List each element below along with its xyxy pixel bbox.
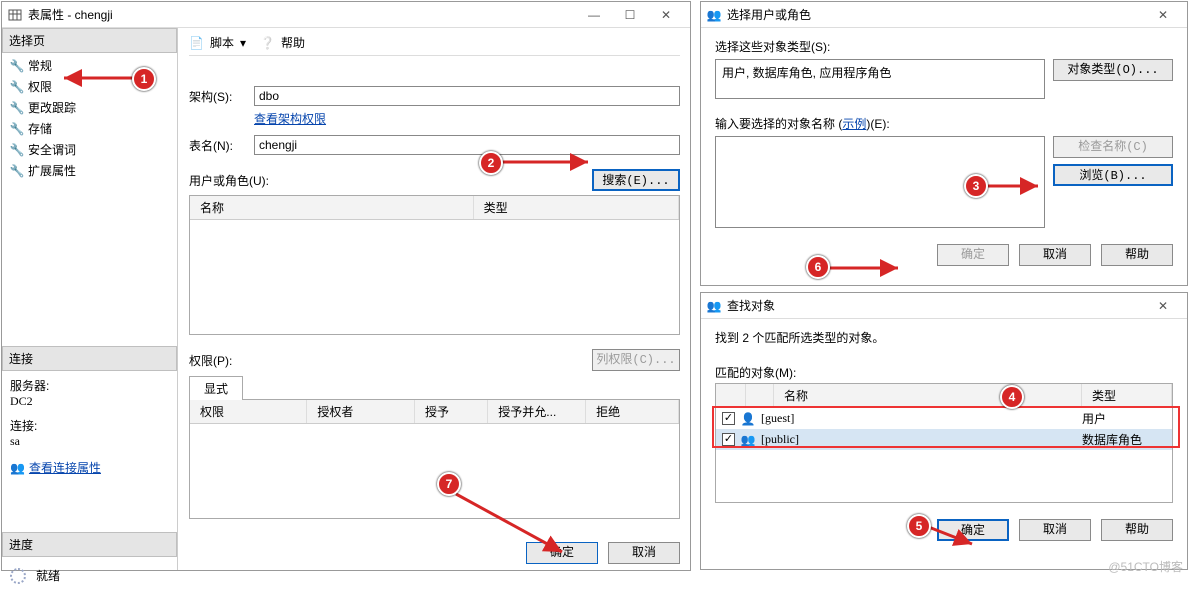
grid-hdr-name: 名称 <box>200 201 224 215</box>
user-role-grid[interactable]: 名称 类型 <box>189 195 680 335</box>
people-icon: 👥 <box>10 461 25 475</box>
nav-item-changetracking[interactable]: 🔧更改跟踪 <box>10 97 177 118</box>
role-icon: 👥 <box>741 433 755 447</box>
minimize-button[interactable]: — <box>576 4 612 26</box>
conn-value: sa <box>10 434 169 449</box>
object-types-box: 用户, 数据库角色, 应用程序角色 <box>715 59 1045 99</box>
browse-titlebar: 👥 查找对象 ✕ <box>701 293 1187 319</box>
wrench-icon: 🔧 <box>10 59 24 73</box>
annotation-badge-5: 5 <box>907 514 931 538</box>
annotation-badge-1: 1 <box>132 67 156 91</box>
annotation-badge-4: 4 <box>1000 385 1024 409</box>
found-message: 找到 2 个匹配所选类型的对象。 <box>715 329 1173 346</box>
check-names-button: 检查名称(C) <box>1053 136 1173 158</box>
server-value: DC2 <box>10 394 169 409</box>
close-button[interactable]: ✕ <box>1145 4 1181 26</box>
nav-item-security-predicate[interactable]: 🔧安全谓词 <box>10 139 177 160</box>
help-button[interactable]: 帮助 <box>1101 244 1173 266</box>
annotation-badge-6: 6 <box>806 255 830 279</box>
column-perm-button: 列权限(C)... <box>592 349 680 371</box>
browse-button[interactable]: 浏览(B)... <box>1053 164 1173 186</box>
matched-grid: 名称 类型 👤 [guest] 用户 👥 [public] 数据库角色 <box>715 383 1173 503</box>
annotation-badge-3: 3 <box>964 174 988 198</box>
user-icon: 👤 <box>741 412 755 426</box>
server-label: 服务器: <box>10 377 169 394</box>
matched-label: 匹配的对象(M): <box>715 364 1173 381</box>
select-user-title: 选择用户或角色 <box>727 6 811 23</box>
object-row-guest[interactable]: 👤 [guest] 用户 <box>716 408 1172 429</box>
wrench-icon: 🔧 <box>10 143 24 157</box>
users-icon: 👥 <box>707 8 721 22</box>
props-left-pane: 选择页 🔧常规 🔧权限 🔧更改跟踪 🔧存储 🔧安全谓词 🔧扩展属性 连接 服务器… <box>2 28 178 570</box>
wrench-icon: 🔧 <box>10 122 24 136</box>
help-icon: ❔ <box>260 36 275 50</box>
select-user-window: 👥 选择用户或角色 ✕ 选择这些对象类型(S): 用户, 数据库角色, 应用程序… <box>700 1 1188 286</box>
view-schema-perm-link[interactable]: 查看架构权限 <box>254 112 326 126</box>
select-page-header: 选择页 <box>2 28 177 53</box>
table-icon <box>8 8 22 22</box>
ready-label: 就绪 <box>36 567 60 584</box>
tablename-input[interactable] <box>254 135 680 155</box>
props-title: 表属性 - chengji <box>28 6 113 23</box>
dropdown-icon[interactable]: ▾ <box>240 36 246 50</box>
browse-title: 查找对象 <box>727 297 775 314</box>
help-button[interactable]: 帮助 <box>281 34 305 51</box>
permissions-label: 权限(P): <box>189 352 592 369</box>
object-types-label: 选择这些对象类型(S): <box>715 38 1173 55</box>
progress-header: 进度 <box>2 532 177 557</box>
checkbox[interactable] <box>722 433 735 446</box>
ok-button: 确定 <box>937 244 1009 266</box>
select-user-titlebar: 👥 选择用户或角色 ✕ <box>701 2 1187 28</box>
examples-link[interactable]: 示例 <box>842 117 866 131</box>
close-button[interactable]: ✕ <box>648 4 684 26</box>
tab-explicit[interactable]: 显式 <box>189 376 243 400</box>
connection-info: 服务器: DC2 连接: sa 👥 查看连接属性 <box>2 371 177 482</box>
maximize-button[interactable]: ☐ <box>612 4 648 26</box>
view-conn-props-link[interactable]: 查看连接属性 <box>29 459 101 476</box>
users-icon: 👥 <box>707 299 721 313</box>
conn-label: 连接: <box>10 417 169 434</box>
object-row-public[interactable]: 👥 [public] 数据库角色 <box>716 429 1172 450</box>
user-role-label: 用户或角色(U): <box>189 172 592 189</box>
close-button[interactable]: ✕ <box>1145 295 1181 317</box>
watermark: @51CTO博客 <box>1108 558 1183 575</box>
permissions-grid[interactable]: 权限 授权者 授予 授予并允... 拒绝 <box>189 399 680 519</box>
props-right-pane: 📄 脚本 ▾ ❔ 帮助 架构(S): 查看架构权限 表名(N): 用户或角色(U… <box>179 28 690 570</box>
help-button[interactable]: 帮助 <box>1101 519 1173 541</box>
nav-item-storage[interactable]: 🔧存储 <box>10 118 177 139</box>
annotation-badge-7: 7 <box>437 472 461 496</box>
cancel-button[interactable]: 取消 <box>608 542 680 564</box>
annotation-badge-2: 2 <box>479 151 503 175</box>
nav-item-extended[interactable]: 🔧扩展属性 <box>10 160 177 181</box>
wrench-icon: 🔧 <box>10 80 24 94</box>
wrench-icon: 🔧 <box>10 164 24 178</box>
schema-label: 架构(S): <box>189 88 254 105</box>
tablename-label: 表名(N): <box>189 137 254 154</box>
object-types-button[interactable]: 对象类型(O)... <box>1053 59 1173 81</box>
checkbox[interactable] <box>722 412 735 425</box>
cancel-button[interactable]: 取消 <box>1019 519 1091 541</box>
script-button[interactable]: 脚本 <box>210 34 234 51</box>
props-toolbar: 📄 脚本 ▾ ❔ 帮助 <box>189 34 680 56</box>
cancel-button[interactable]: 取消 <box>1019 244 1091 266</box>
spinner-icon <box>10 568 26 584</box>
search-button[interactable]: 搜索(E)... <box>592 169 680 191</box>
wrench-icon: 🔧 <box>10 101 24 115</box>
schema-input[interactable] <box>254 86 680 106</box>
progress-status: 就绪 <box>2 557 177 594</box>
connection-header: 连接 <box>2 346 177 371</box>
props-titlebar: 表属性 - chengji — ☐ ✕ <box>2 2 690 28</box>
script-icon: 📄 <box>189 36 204 50</box>
grid-hdr-type: 类型 <box>484 201 508 215</box>
